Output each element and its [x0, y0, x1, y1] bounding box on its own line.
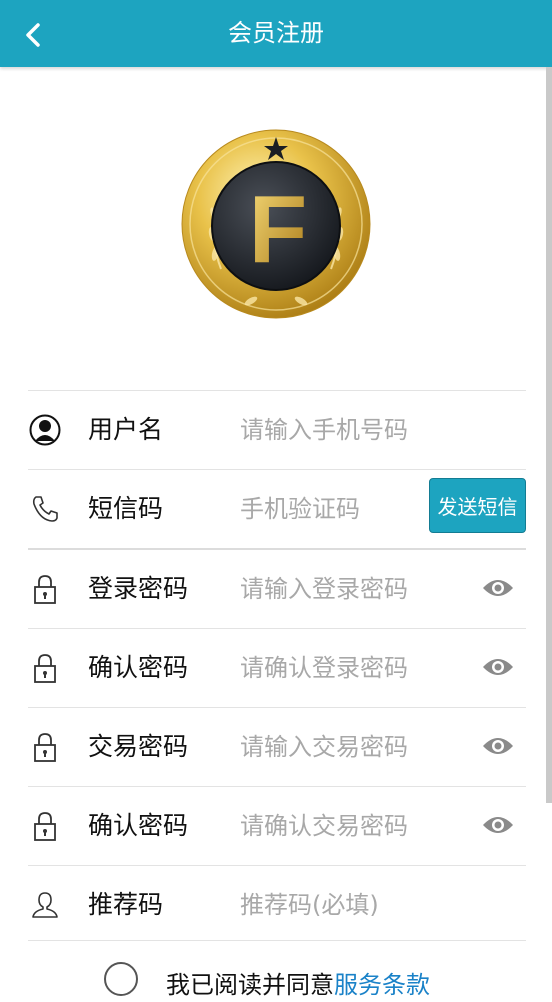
person-outline-icon — [28, 888, 62, 922]
eye-icon[interactable] — [482, 655, 514, 679]
confirm-login-password-input[interactable] — [232, 647, 478, 689]
sms-code-input[interactable] — [232, 488, 418, 530]
confirm-login-password-row: 确认密码 — [28, 628, 526, 707]
eye-icon[interactable] — [482, 576, 514, 600]
page-title: 会员注册 — [228, 19, 324, 47]
agreement: 我已阅读并同意服务条款 — [104, 962, 430, 1002]
confirm-trade-password-label: 确认密码 — [88, 811, 189, 840]
lock-icon — [28, 809, 62, 843]
phone-icon — [28, 492, 62, 526]
username-input[interactable] — [232, 409, 478, 451]
lock-icon — [28, 572, 62, 606]
agree-checkbox[interactable] — [104, 962, 138, 996]
agreement-text: 我已阅读并同意服务条款 — [166, 968, 430, 1002]
registration-form: 用户名 短信码 发送短信 登录密码 — [28, 390, 526, 944]
referral-label: 推荐码 — [88, 890, 164, 919]
trade-password-input[interactable] — [232, 726, 478, 768]
scrollbar[interactable] — [546, 67, 552, 803]
app-logo: F — [181, 129, 371, 319]
divider — [28, 940, 526, 941]
login-password-label: 登录密码 — [88, 574, 189, 603]
terms-link[interactable]: 服务条款 — [334, 971, 430, 999]
confirm-trade-password-input[interactable] — [232, 805, 478, 847]
logo-letter: F — [249, 176, 308, 283]
eye-icon[interactable] — [482, 734, 514, 758]
username-label: 用户名 — [88, 415, 164, 444]
send-sms-button[interactable]: 发送短信 — [429, 478, 526, 533]
sms-label: 短信码 — [88, 494, 164, 523]
sms-row: 短信码 发送短信 — [28, 469, 526, 548]
confirm-trade-password-row: 确认密码 — [28, 786, 526, 865]
referral-code-input[interactable] — [232, 884, 478, 926]
login-password-input[interactable] — [232, 568, 478, 610]
trade-password-row: 交易密码 — [28, 707, 526, 786]
user-icon — [28, 413, 62, 447]
referral-row: 推荐码 — [28, 865, 526, 944]
username-row: 用户名 — [28, 390, 526, 469]
confirm-login-password-label: 确认密码 — [88, 653, 189, 682]
top-bar: 会员注册 — [0, 0, 552, 67]
trade-password-label: 交易密码 — [88, 732, 189, 761]
lock-icon — [28, 651, 62, 685]
eye-icon[interactable] — [482, 813, 514, 837]
lock-icon — [28, 730, 62, 764]
login-password-row: 登录密码 — [28, 548, 526, 628]
agreement-label: 我已阅读并同意 — [166, 971, 334, 999]
